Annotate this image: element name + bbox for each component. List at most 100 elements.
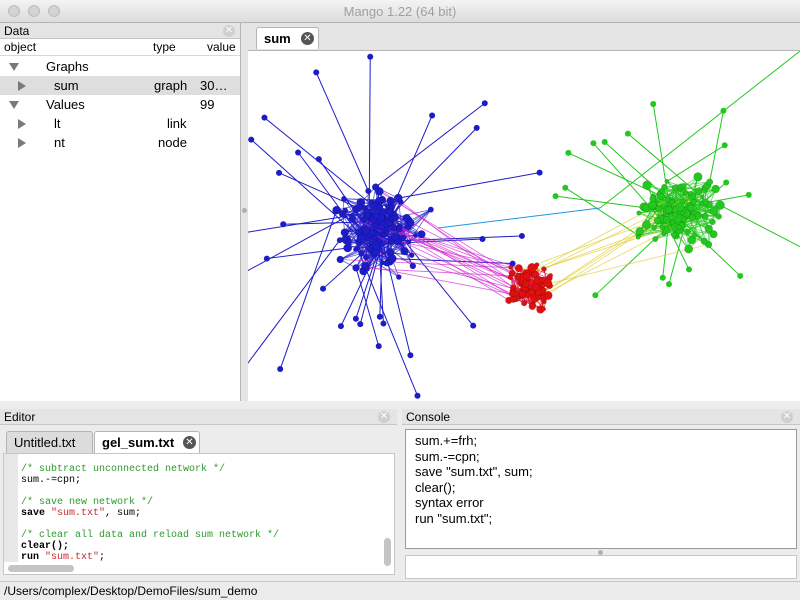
graph-node [548, 273, 553, 278]
network-graph-canvas[interactable] [248, 51, 800, 401]
graph-node [385, 203, 391, 209]
graph-node [508, 264, 514, 270]
graph-node [688, 213, 696, 222]
code-line: , sum; [105, 508, 142, 519]
tab-untitled[interactable]: Untitled.txt [6, 431, 93, 453]
graph-node [374, 187, 384, 196]
graph-node [521, 300, 528, 307]
graph-node [481, 100, 488, 107]
graph-edge [437, 207, 601, 229]
graph-node [562, 184, 569, 191]
tree-item-nt[interactable]: nt node [0, 133, 240, 152]
graph-edge [526, 223, 682, 274]
graph-node [723, 179, 730, 186]
graph-node [709, 206, 719, 216]
graph-node [417, 230, 426, 239]
graph-node [399, 234, 407, 242]
console-panel-close-icon[interactable]: ✕ [781, 411, 793, 423]
column-value[interactable]: value [207, 39, 236, 55]
graph-node [541, 266, 547, 272]
code-text[interactable]: /* subtract unconnected network */ sum.-… [21, 464, 279, 563]
graph-edge [315, 72, 369, 192]
graph-node [636, 210, 642, 216]
graph-node [407, 352, 414, 359]
graph-node [427, 206, 434, 213]
code-comment: /* clear all data and reload sum network… [21, 530, 280, 541]
tab-close-icon[interactable]: ✕ [183, 436, 196, 449]
graph-node [659, 274, 666, 281]
graph-node [671, 184, 679, 192]
graph-node [337, 323, 344, 330]
graph-edge [534, 207, 671, 299]
vertical-splitter[interactable] [241, 23, 248, 401]
tree-group-graphs[interactable]: Graphs [0, 57, 240, 76]
editor-panel-header: Editor ✕ [0, 409, 397, 425]
console-output[interactable]: sum.+=frh; sum.-=cpn; save "sum.txt", su… [405, 429, 797, 549]
graph-node [522, 272, 531, 281]
graph-node [642, 220, 651, 230]
collapsed-triangle-icon[interactable] [18, 138, 26, 148]
graph-node [536, 169, 543, 176]
code-editor[interactable]: /* subtract unconnected network */ sum.-… [3, 453, 395, 575]
graph-node [357, 321, 364, 328]
column-type[interactable]: type [153, 39, 176, 55]
graph-node [650, 101, 657, 108]
collapsed-triangle-icon[interactable] [18, 119, 26, 129]
graph-node [691, 232, 698, 239]
graph-node [592, 292, 599, 299]
graph-node [668, 199, 675, 206]
graph-node [261, 114, 268, 121]
graph-node [391, 210, 397, 216]
graph-node [737, 272, 744, 279]
graph-node [552, 193, 559, 200]
graph-node [479, 235, 486, 242]
editor-panel-close-icon[interactable]: ✕ [378, 411, 390, 423]
code-keyword: clear(); [21, 541, 70, 552]
graph-node [409, 262, 417, 270]
graph-node [336, 237, 343, 244]
expanded-triangle-icon[interactable] [9, 63, 19, 71]
graph-node [624, 130, 631, 137]
graph-node [635, 227, 644, 236]
graph-node [313, 69, 320, 76]
graph-node [429, 112, 436, 119]
graph-node [280, 221, 287, 228]
graph-node [340, 228, 349, 237]
editor-horizontal-scrollbar[interactable] [8, 565, 74, 572]
tab-label: gel_sum.txt [102, 435, 175, 450]
console-line: sum.-=cpn; [415, 448, 480, 464]
graph-node [406, 239, 412, 245]
graph-node [700, 237, 708, 245]
tree-item-type: link [167, 116, 187, 131]
graph-node [375, 343, 382, 350]
tree-item-sum[interactable]: sum graph 30…99 [0, 76, 240, 112]
tree-item-lt[interactable]: lt link [0, 114, 240, 133]
graph-node [680, 182, 687, 190]
editor-vertical-scrollbar[interactable] [384, 538, 391, 566]
graph-node [671, 231, 678, 239]
graph-node [565, 149, 572, 156]
graph-node [263, 255, 270, 262]
graph-node [709, 218, 716, 226]
data-panel: Data ✕ object type value Graphs sum grap… [0, 23, 241, 401]
graph-node [745, 191, 752, 198]
expanded-triangle-icon[interactable] [9, 101, 19, 109]
graph-node [687, 191, 693, 197]
graph-node [387, 253, 397, 264]
graph-edge [709, 110, 724, 183]
collapsed-triangle-icon[interactable] [18, 81, 26, 91]
tab-gel-sum[interactable]: gel_sum.txt ✕ [94, 431, 200, 453]
graph-node [380, 320, 387, 327]
tab-close-icon[interactable]: ✕ [301, 32, 314, 45]
tab-sum[interactable]: sum ✕ [256, 27, 319, 49]
graph-node [384, 229, 389, 235]
console-panel: Console ✕ sum.+=frh; sum.-=cpn; save "su… [402, 409, 800, 579]
graph-node [528, 302, 536, 311]
graph-node [684, 228, 691, 236]
data-panel-close-icon[interactable]: ✕ [223, 25, 235, 37]
tree-group-values[interactable]: Values [0, 95, 240, 114]
console-input[interactable] [405, 555, 797, 579]
graph-node [389, 216, 394, 222]
column-object[interactable]: object [4, 39, 36, 55]
graph-node [342, 207, 348, 213]
